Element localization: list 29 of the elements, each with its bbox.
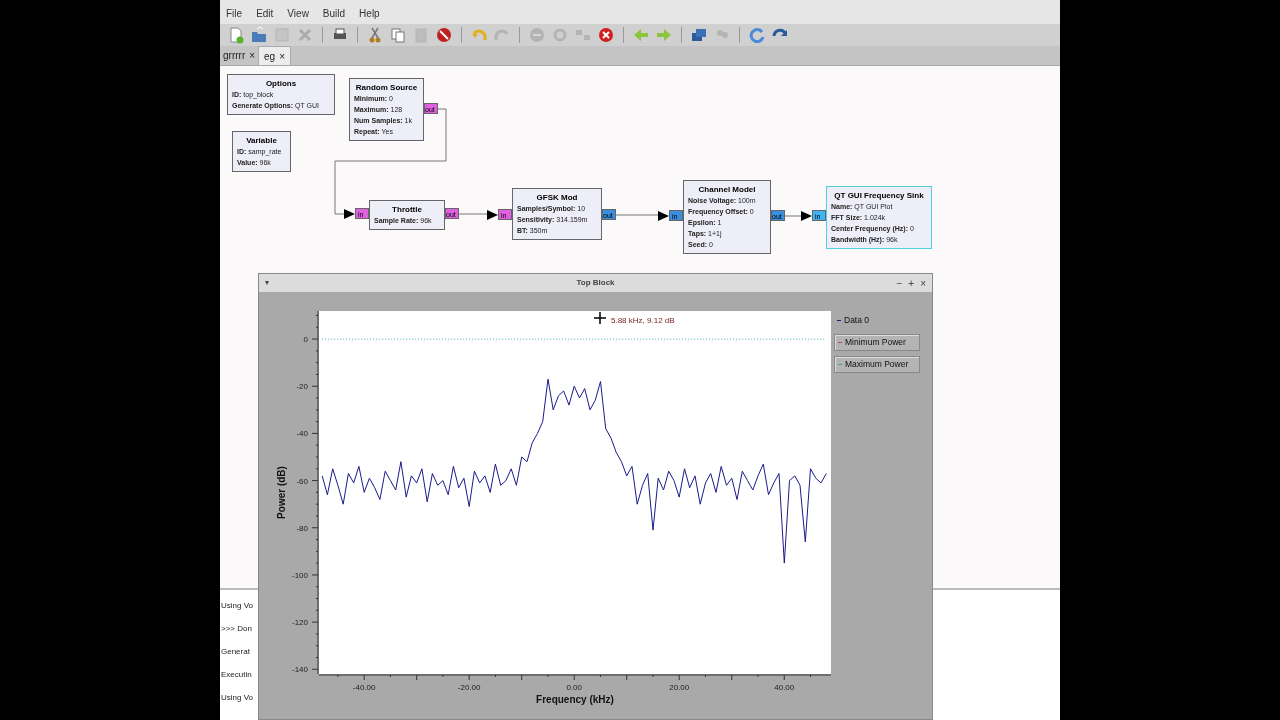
cursor-readout: 5.88 kHz, 9.12 dB bbox=[611, 316, 675, 325]
x-tick-label: 0.00 bbox=[566, 683, 582, 692]
y-tick-label: -140 bbox=[292, 665, 308, 675]
window-title: Top Block bbox=[575, 277, 616, 289]
block-title: Options bbox=[264, 78, 298, 89]
block-title: GFSK Mod bbox=[535, 192, 579, 203]
x-tick-label: 20.00 bbox=[669, 683, 690, 692]
y-tick-label: -120 bbox=[292, 618, 308, 628]
block-title: Throttle bbox=[391, 204, 423, 215]
y-tick-label: -40 bbox=[296, 429, 308, 439]
x-axis-title: Frequency (kHz) bbox=[536, 694, 614, 705]
console-line: Using Vo bbox=[221, 600, 254, 612]
x-tick-label: -40.00 bbox=[352, 683, 376, 692]
y-tick-label: -100 bbox=[292, 570, 308, 580]
block-title: QT GUI Frequency Sink bbox=[833, 190, 925, 201]
y-tick-label: -20 bbox=[296, 382, 308, 392]
x-tick-label: -20.00 bbox=[457, 683, 481, 692]
block-title: Variable bbox=[245, 135, 278, 146]
block-title: Random Source bbox=[354, 82, 419, 93]
block-title: Channel Model bbox=[697, 184, 757, 195]
console-line: Executin bbox=[221, 669, 252, 681]
y-tick-label: 0 bbox=[303, 335, 308, 345]
y-axis-title: Power (dB) bbox=[276, 466, 287, 519]
console-line: >>> Don bbox=[221, 623, 252, 635]
y-tick-label: -80 bbox=[296, 523, 308, 533]
x-tick-label: 40.00 bbox=[774, 683, 795, 692]
console-line: Generat bbox=[221, 646, 250, 658]
y-tick-label: -60 bbox=[296, 476, 308, 486]
console-line: Using Vo bbox=[221, 692, 254, 704]
